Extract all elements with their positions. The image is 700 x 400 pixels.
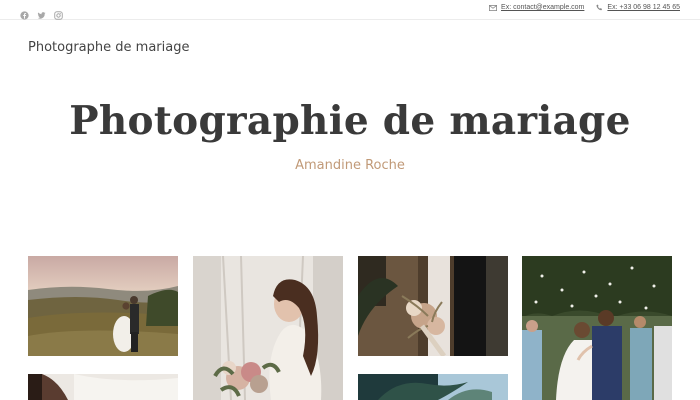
top-bar: Ex: contact@example.com Ex: +33 06 98 12… [0, 0, 700, 20]
contact-info: Ex: contact@example.com Ex: +33 06 98 12… [489, 4, 680, 11]
email-link[interactable]: Ex: contact@example.com [501, 4, 584, 11]
photo-palm-tree[interactable] [358, 374, 508, 400]
photo-couple-on-hill[interactable] [28, 256, 178, 356]
twitter-icon[interactable] [37, 5, 46, 19]
phone-link[interactable]: Ex: +33 06 98 12 45 65 [607, 4, 680, 11]
instagram-icon[interactable] [54, 5, 63, 20]
photo-bride-dress[interactable] [28, 374, 178, 400]
phone-contact[interactable]: Ex: +33 06 98 12 45 65 [596, 4, 680, 11]
hero-subtitle: Amandine Roche [295, 158, 405, 173]
photo-confetti-kiss[interactable] [522, 256, 672, 400]
email-contact[interactable]: Ex: contact@example.com [489, 4, 584, 11]
phone-icon [596, 4, 603, 11]
social-links [20, 5, 63, 20]
hero-title: Photographie de mariage [69, 98, 631, 144]
facebook-icon[interactable] [20, 5, 29, 20]
photo-bouquet-closeup[interactable] [358, 256, 508, 356]
site-title[interactable]: Photographe de mariage [28, 40, 189, 55]
photo-bride-with-bouquet[interactable] [193, 256, 343, 400]
mail-icon [489, 4, 498, 11]
